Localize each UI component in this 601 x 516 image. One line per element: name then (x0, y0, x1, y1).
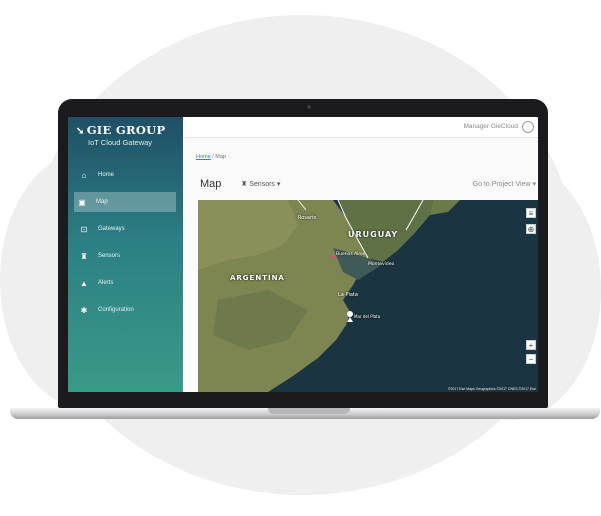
brand-name: GIE GROUP (86, 123, 166, 137)
sidebar-item-map[interactable]: ▣ Map (74, 192, 176, 212)
user-name[interactable]: Manager GieCloud (463, 123, 518, 130)
configuration-icon: ✱ (80, 305, 88, 315)
sidebar-item-configuration[interactable]: ✱ Configuration (76, 300, 176, 320)
map-icon: ▣ (78, 197, 86, 207)
sidebar-item-label: Map (96, 199, 108, 205)
sidebar-item-label: Configuration (98, 307, 134, 313)
brand-subtitle: IoT Cloud Gateway (88, 138, 153, 147)
breadcrumb: Home / Map (196, 154, 226, 160)
map-label-city: Buenos Aires (336, 252, 366, 257)
sensors-icon: ♜ (80, 251, 88, 261)
page-title: Map (200, 178, 222, 190)
map-label-city: Mar del Plata (354, 314, 381, 319)
map-label-city: Rosario (298, 215, 317, 221)
breadcrumb-home-link[interactable]: Home (196, 154, 211, 160)
project-view-label: Go to Project View (472, 181, 531, 188)
app-screen: ➘ GIE GROUP IoT Cloud Gateway ⌂ Home ▣ Ma… (68, 117, 538, 392)
map-label-country: ARGENTINA (230, 274, 285, 282)
home-icon: ⌂ (81, 170, 87, 180)
brand-logo[interactable]: ➘ GIE GROUP (76, 123, 165, 137)
map-layers-button[interactable]: ≡ (526, 208, 536, 218)
breadcrumb-current: Map (215, 154, 226, 160)
logo-arrow-icon: ➘ (76, 126, 85, 137)
project-view-dropdown[interactable]: Go to Project View ▾ (473, 180, 536, 188)
sensor-marker-icon[interactable] (347, 311, 353, 317)
zoom-in-button[interactable]: + (526, 340, 536, 350)
sidebar: ➘ GIE GROUP IoT Cloud Gateway ⌂ Home ▣ Ma… (68, 117, 183, 392)
sensors-dropdown[interactable]: ♜ Sensors ▾ (241, 180, 280, 188)
top-bar: Manager GieCloud (183, 117, 538, 138)
map-label-country: URUGUAY (348, 230, 399, 239)
alerts-icon: ▲ (80, 278, 88, 288)
map-label-city: Montevideo (368, 262, 395, 267)
sidebar-item-gateways[interactable]: ⊡ Gateways (76, 219, 176, 239)
map-attribution: ©2017 Esri Maps Geographics ©2017 CNES ©… (447, 387, 536, 391)
sidebar-item-label: Sensors (98, 253, 121, 259)
breadcrumb-separator: / (212, 154, 214, 160)
map-label-city: La Plata (338, 292, 358, 298)
gateways-icon: ⊡ (80, 224, 88, 234)
chevron-down-icon: ▾ (276, 181, 281, 188)
sidebar-item-home[interactable]: ⌂ Home (76, 165, 176, 185)
zoom-out-button[interactable]: − (526, 354, 536, 364)
satellite-map[interactable]: Rosario URUGUAY Buenos Aires Montevideo … (198, 200, 538, 392)
camera-icon (307, 105, 311, 109)
sensors-dropdown-label: Sensors (249, 181, 275, 188)
map-canvas (198, 200, 538, 392)
chevron-down-icon: ▾ (532, 181, 536, 188)
sidebar-item-label: Alerts (98, 280, 114, 286)
user-icon[interactable] (522, 121, 534, 133)
sidebar-item-alerts[interactable]: ▲ Alerts (76, 273, 176, 293)
sidebar-item-label: Home (98, 172, 115, 178)
sidebar-item-label: Gateways (98, 226, 125, 232)
laptop-notch (268, 408, 350, 414)
sensors-icon: ♜ (241, 181, 248, 188)
sidebar-item-sensors[interactable]: ♜ Sensors (76, 246, 176, 266)
map-fullscreen-button[interactable]: ⊕ (526, 224, 536, 234)
